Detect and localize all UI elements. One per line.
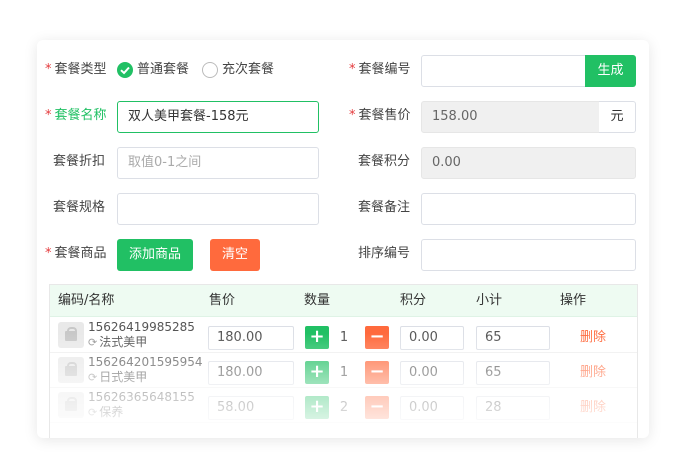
table-header: 编码/名称 售价 数量 积分 小计 操作 bbox=[50, 285, 637, 317]
subtotal-cell-input[interactable]: 65 bbox=[476, 361, 550, 385]
radio-recharge[interactable] bbox=[202, 62, 218, 78]
check-icon bbox=[120, 66, 130, 75]
goods-label: * 套餐商品 bbox=[45, 246, 107, 261]
goods-table: 编码/名称 售价 数量 积分 小计 操作 15626419985285 ⟳ 法式美… bbox=[49, 284, 638, 438]
name-input[interactable]: 双人美甲套餐-158元 bbox=[117, 101, 319, 133]
qty-value[interactable]: 1 bbox=[329, 326, 359, 350]
bag-icon bbox=[58, 322, 84, 348]
delete-link[interactable]: 删除 bbox=[580, 361, 606, 385]
code-label: * 套餐编号 bbox=[349, 62, 411, 77]
add-goods-button[interactable]: 添加商品 bbox=[117, 239, 193, 271]
item-name: ⟳ 法式美甲 bbox=[88, 335, 148, 349]
points-cell-input[interactable]: 0.00 bbox=[400, 326, 464, 350]
radio-normal-label[interactable]: 普通套餐 bbox=[137, 60, 189, 80]
generate-button[interactable]: 生成 bbox=[585, 55, 636, 87]
item-name: ⟳ 保养 bbox=[88, 405, 124, 419]
name-label: * 套餐名称 bbox=[45, 108, 107, 123]
th-qty: 数量 bbox=[304, 293, 331, 308]
refresh-icon: ⟳ bbox=[88, 406, 98, 419]
item-code: 15626419985285 bbox=[88, 320, 195, 334]
item-code: 15626420159595​4 bbox=[88, 355, 203, 369]
th-subtotal: 小计 bbox=[476, 293, 503, 308]
type-label: * 套餐类型 bbox=[45, 62, 107, 77]
price-cell-input[interactable]: 180.00 bbox=[208, 361, 294, 385]
qty-value[interactable]: 1 bbox=[329, 361, 359, 385]
discount-label: 套餐折扣 bbox=[53, 154, 106, 169]
th-action: 操作 bbox=[560, 293, 587, 308]
item-name: ⟳ 日式美甲 bbox=[88, 370, 148, 384]
qty-plus-button[interactable]: + bbox=[305, 396, 329, 419]
th-price: 售价 bbox=[209, 293, 236, 308]
table-row: 15626420159595​4 ⟳ 日式美甲 180.00 + 1 − 0.00… bbox=[50, 353, 637, 388]
price-cell-input[interactable]: 58.00 bbox=[208, 396, 294, 420]
table-row: 15626365648155 ⟳ 保养 58.00 + 2 − 0.00 28 删… bbox=[50, 388, 637, 423]
qty-minus-button[interactable]: − bbox=[365, 326, 389, 349]
discount-input[interactable]: 取值0-1之间 bbox=[117, 147, 319, 179]
price-input[interactable]: 158.00 bbox=[421, 101, 600, 133]
delete-link[interactable]: 删除 bbox=[580, 326, 606, 350]
bag-icon bbox=[58, 357, 84, 383]
qty-minus-button[interactable]: − bbox=[365, 396, 389, 419]
code-input[interactable] bbox=[421, 55, 591, 87]
qty-plus-button[interactable]: + bbox=[305, 326, 329, 349]
package-form-card: * 套餐类型 普通套餐 充次套餐 * 套餐编号 生成 * 套餐名称 双人美甲套餐-15… bbox=[37, 40, 649, 438]
radio-recharge-label[interactable]: 充次套餐 bbox=[222, 60, 274, 80]
qty-value[interactable]: 2 bbox=[329, 396, 359, 420]
sort-label: 排序编号 bbox=[358, 246, 411, 261]
spec-label: 套餐规格 bbox=[53, 200, 106, 215]
price-cell-input[interactable]: 180.00 bbox=[208, 326, 294, 350]
item-code: 15626365648155 bbox=[88, 390, 195, 404]
remark-label: 套餐备注 bbox=[358, 200, 411, 215]
spec-input[interactable] bbox=[117, 193, 319, 225]
price-unit: 元 bbox=[599, 101, 636, 133]
table-row: 15626419985285 ⟳ 法式美甲 180.00 + 1 − 0.00 6… bbox=[50, 318, 637, 353]
clear-button[interactable]: 清空 bbox=[210, 239, 260, 271]
points-cell-input[interactable]: 0.00 bbox=[400, 396, 464, 420]
bag-icon bbox=[58, 392, 84, 418]
refresh-icon: ⟳ bbox=[88, 336, 98, 349]
qty-plus-button[interactable]: + bbox=[305, 361, 329, 384]
subtotal-cell-input[interactable]: 28 bbox=[476, 396, 550, 420]
points-input[interactable]: 0.00 bbox=[421, 147, 636, 179]
points-label: 套餐积分 bbox=[358, 154, 411, 169]
points-cell-input[interactable]: 0.00 bbox=[400, 361, 464, 385]
sort-input[interactable] bbox=[421, 239, 636, 271]
subtotal-cell-input[interactable]: 65 bbox=[476, 326, 550, 350]
delete-link[interactable]: 删除 bbox=[580, 396, 606, 420]
qty-minus-button[interactable]: − bbox=[365, 361, 389, 384]
radio-normal[interactable] bbox=[117, 62, 133, 78]
th-code-name: 编码/名称 bbox=[58, 293, 115, 308]
price-label: * 套餐售价 bbox=[349, 108, 411, 123]
refresh-icon: ⟳ bbox=[88, 371, 98, 384]
remark-input[interactable] bbox=[421, 193, 636, 225]
th-points: 积分 bbox=[400, 293, 427, 308]
